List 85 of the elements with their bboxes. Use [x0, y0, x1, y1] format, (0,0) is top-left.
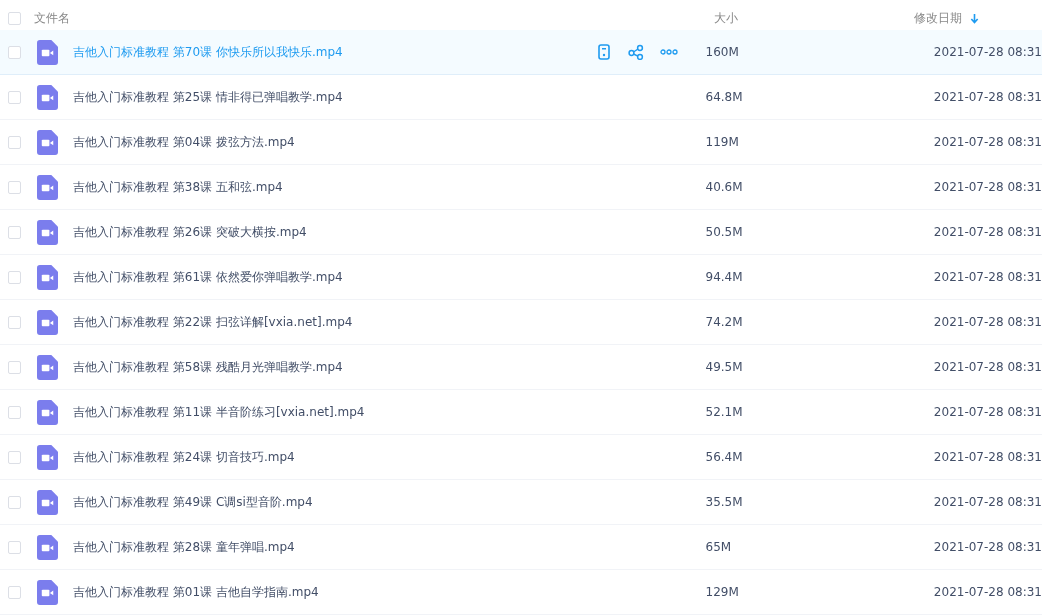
row-checkbox[interactable] — [8, 135, 21, 149]
row-checkbox[interactable] — [8, 450, 21, 464]
name-column-header[interactable]: 文件名 — [34, 9, 714, 27]
row-checkbox[interactable] — [8, 495, 21, 509]
video-file-icon — [37, 489, 58, 515]
modified-date: 2021-07-28 08:31 — [932, 495, 1042, 509]
modified-date: 2021-07-28 08:31 — [932, 585, 1042, 599]
row-checkbox[interactable] — [8, 540, 21, 554]
file-size: 65M — [705, 540, 733, 554]
row-checkbox[interactable] — [8, 90, 21, 104]
modified-date: 2021-07-28 08:31 — [932, 315, 1042, 329]
file-row[interactable]: 吉他入门标准教程 第11课 半音阶练习[vxia.net].mp4 52.1M 2021-07-28 08:31 — [0, 390, 1042, 435]
row-checkbox[interactable] — [8, 270, 21, 284]
row-checkbox[interactable] — [8, 315, 21, 329]
video-file-icon — [37, 579, 58, 605]
video-file-icon — [37, 84, 58, 110]
row-checkbox[interactable] — [8, 45, 21, 59]
date-column-header[interactable]: 修改日期 — [914, 9, 962, 27]
modified-date: 2021-07-28 08:31 — [932, 225, 1042, 239]
row-checkbox[interactable] — [8, 360, 21, 374]
modified-date: 2021-07-28 08:31 — [932, 45, 1042, 59]
size-column-header[interactable]: 大小 — [714, 9, 914, 27]
file-row[interactable]: 吉他入门标准教程 第22课 扫弦详解[vxia.net].mp4 74.2M 2021-07-28 08:31 — [0, 300, 1042, 345]
file-size: 49.5M — [705, 360, 744, 374]
file-row[interactable]: 吉他入门标准教程 第61课 依然爱你弹唱教学.mp4 94.4M 2021-07-28 08:31 — [0, 255, 1042, 300]
video-file-icon — [37, 444, 58, 470]
file-row[interactable]: 吉他入门标准教程 第28课 童年弹唱.mp4 65M 2021-07-28 08:31 — [0, 525, 1042, 570]
file-name[interactable]: 吉他入门标准教程 第01课 吉他自学指南.mp4 — [73, 583, 596, 601]
file-size: 40.6M — [705, 180, 744, 194]
sort-arrow-icon[interactable] — [970, 12, 979, 24]
file-row[interactable]: 吉他入门标准教程 第49课 C调si型音阶.mp4 35.5M 2021-07-28 08:31 — [0, 480, 1042, 525]
row-checkbox[interactable] — [8, 585, 21, 599]
file-row[interactable]: 吉他入门标准教程 第38课 五和弦.mp4 40.6M 2021-07-28 08:31 — [0, 165, 1042, 210]
file-row[interactable]: 吉他入门标准教程 第04课 拨弦方法.mp4 119M 2021-07-28 08:31 — [0, 120, 1042, 165]
file-size: 35.5M — [705, 495, 744, 509]
share-icon[interactable] — [628, 44, 644, 60]
file-row[interactable]: 吉他入门标准教程 第26课 突破大横按.mp4 50.5M 2021-07-28 08:31 — [0, 210, 1042, 255]
video-file-icon — [37, 354, 58, 380]
file-size: 50.5M — [705, 225, 744, 239]
video-file-icon — [37, 174, 58, 200]
file-name[interactable]: 吉他入门标准教程 第38课 五和弦.mp4 — [73, 178, 596, 196]
select-all-checkbox[interactable] — [8, 11, 21, 25]
video-file-icon — [37, 309, 58, 335]
file-size: 160M — [705, 45, 740, 59]
modified-date: 2021-07-28 08:31 — [932, 90, 1042, 104]
file-row[interactable]: 吉他入门标准教程 第24课 切音技巧.mp4 56.4M 2021-07-28 08:31 — [0, 435, 1042, 480]
file-name[interactable]: 吉他入门标准教程 第04课 拨弦方法.mp4 — [73, 133, 596, 151]
video-file-icon — [37, 129, 58, 155]
video-file-icon — [37, 399, 58, 425]
file-name[interactable]: 吉他入门标准教程 第28课 童年弹唱.mp4 — [73, 538, 596, 556]
file-name[interactable]: 吉他入门标准教程 第58课 残酷月光弹唱教学.mp4 — [73, 358, 596, 376]
modified-date: 2021-07-28 08:31 — [932, 270, 1042, 284]
file-row[interactable]: 吉他入门标准教程 第01课 吉他自学指南.mp4 129M 2021-07-28 08:31 — [0, 570, 1042, 615]
file-name[interactable]: 吉他入门标准教程 第26课 突破大横按.mp4 — [73, 223, 596, 241]
file-row[interactable]: 吉他入门标准教程 第58课 残酷月光弹唱教学.mp4 49.5M 2021-07-28 08:31 — [0, 345, 1042, 390]
file-row[interactable]: 吉他入门标准教程 第25课 情非得已弹唱教学.mp4 64.8M 2021-07-28 08:31 — [0, 75, 1042, 120]
file-size: 129M — [705, 585, 740, 599]
modified-date: 2021-07-28 08:31 — [932, 405, 1042, 419]
row-checkbox[interactable] — [8, 180, 21, 194]
file-row[interactable]: 吉他入门标准教程 第70课 你快乐所以我快乐.mp4 160M 2021-07-28 08:31 — [0, 30, 1042, 75]
more-icon[interactable] — [660, 49, 678, 55]
file-size: 74.2M — [705, 315, 744, 329]
file-name[interactable]: 吉他入门标准教程 第24课 切音技巧.mp4 — [73, 448, 596, 466]
modified-date: 2021-07-28 08:31 — [932, 450, 1042, 464]
video-file-icon — [37, 534, 58, 560]
file-size: 94.4M — [705, 270, 744, 284]
phone-icon[interactable] — [596, 44, 612, 60]
file-size: 119M — [705, 135, 740, 149]
modified-date: 2021-07-28 08:31 — [932, 180, 1042, 194]
file-size: 56.4M — [705, 450, 744, 464]
file-size: 64.8M — [705, 90, 744, 104]
video-file-icon — [37, 39, 58, 65]
video-file-icon — [37, 219, 58, 245]
row-checkbox[interactable] — [8, 405, 21, 419]
file-name[interactable]: 吉他入门标准教程 第49课 C调si型音阶.mp4 — [73, 493, 596, 511]
video-file-icon — [37, 264, 58, 290]
modified-date: 2021-07-28 08:31 — [932, 360, 1042, 374]
modified-date: 2021-07-28 08:31 — [932, 540, 1042, 554]
modified-date: 2021-07-28 08:31 — [932, 135, 1042, 149]
file-name[interactable]: 吉他入门标准教程 第61课 依然爱你弹唱教学.mp4 — [73, 268, 596, 286]
row-checkbox[interactable] — [8, 225, 21, 239]
file-size: 52.1M — [705, 405, 744, 419]
file-name[interactable]: 吉他入门标准教程 第22课 扫弦详解[vxia.net].mp4 — [73, 313, 596, 331]
file-name[interactable]: 吉他入门标准教程 第11课 半音阶练习[vxia.net].mp4 — [73, 403, 596, 421]
file-name[interactable]: 吉他入门标准教程 第25课 情非得已弹唱教学.mp4 — [73, 88, 596, 106]
